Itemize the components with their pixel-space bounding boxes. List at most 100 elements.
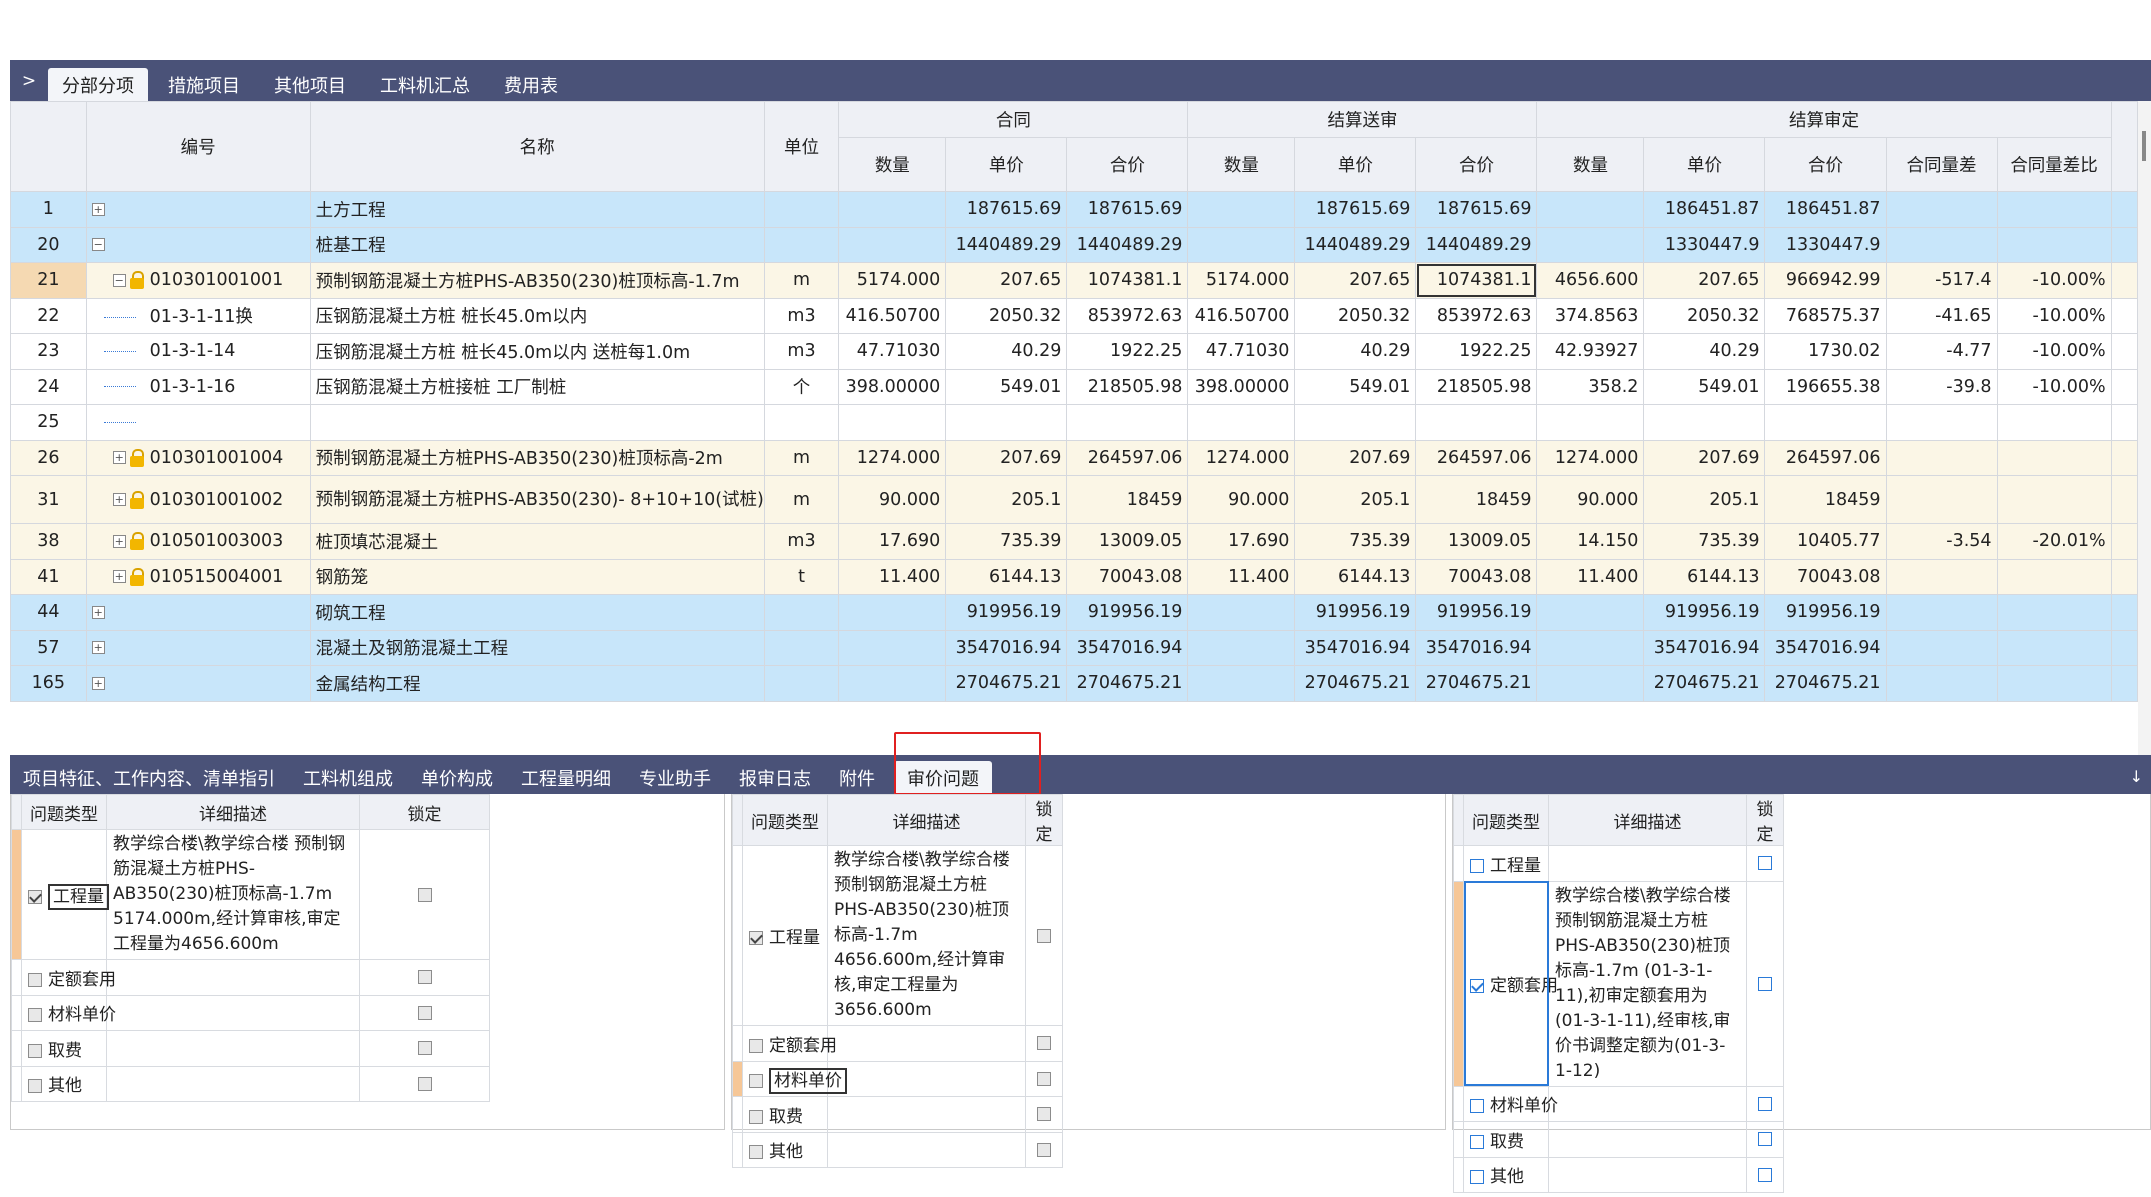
qty-diff-cell[interactable] bbox=[1885, 594, 1998, 631]
issue-desc-cell[interactable] bbox=[827, 1060, 1026, 1097]
submit-price-cell[interactable]: 735.39 bbox=[1294, 523, 1417, 560]
approve-price-cell[interactable]: 40.29 bbox=[1643, 333, 1766, 370]
submit-total-cell[interactable]: 1074381.1 bbox=[1415, 262, 1538, 299]
header-issue-desc[interactable]: 详细描述 bbox=[827, 794, 1026, 846]
contract-price-cell[interactable]: 549.01 bbox=[945, 368, 1068, 405]
unit-cell[interactable] bbox=[763, 665, 840, 702]
expand-icon[interactable]: + bbox=[112, 534, 126, 548]
header-approve-qty[interactable]: 数量 bbox=[1536, 137, 1645, 192]
qty-diff-ratio-cell[interactable] bbox=[1996, 226, 2112, 263]
submit-total-cell[interactable]: 2704675.21 bbox=[1415, 665, 1538, 702]
checkbox[interactable] bbox=[1470, 1170, 1484, 1185]
name-cell[interactable] bbox=[309, 404, 765, 441]
submit-price-cell[interactable]: 207.69 bbox=[1294, 439, 1417, 476]
submit-qty-cell[interactable]: 90.000 bbox=[1187, 475, 1296, 524]
checkbox[interactable] bbox=[1470, 858, 1484, 873]
qty-diff-cell[interactable] bbox=[1885, 665, 1998, 702]
issue-type-cell[interactable]: 其他 bbox=[21, 1065, 107, 1102]
lock-checkbox[interactable] bbox=[417, 1005, 432, 1020]
approve-qty-cell[interactable] bbox=[1536, 226, 1645, 263]
approve-total-cell[interactable]: 2704675.21 bbox=[1764, 665, 1887, 702]
approve-qty-cell[interactable]: 90.000 bbox=[1536, 475, 1645, 524]
code-cell[interactable]: +010515004001 bbox=[85, 558, 311, 595]
tab-gongchengliangmingxi[interactable]: 工程量明细 bbox=[508, 761, 624, 794]
issue-lock-cell[interactable] bbox=[359, 959, 490, 996]
submit-price-cell[interactable]: 3547016.94 bbox=[1294, 629, 1417, 666]
header-qty-diff-ratio[interactable]: 合同量差比 bbox=[1996, 137, 2112, 192]
row-number[interactable]: 21 bbox=[10, 262, 87, 299]
name-cell[interactable]: 预制钢筋混凝土方桩PHS-AB350(230)桩顶标高-1.7m bbox=[309, 262, 765, 299]
issue-type-cell[interactable]: 工程量 bbox=[21, 829, 109, 960]
row-number[interactable]: 25 bbox=[10, 404, 87, 441]
unit-cell[interactable] bbox=[763, 226, 840, 263]
submit-price-cell[interactable] bbox=[1294, 404, 1417, 441]
approve-total-cell[interactable]: 1730.02 bbox=[1764, 333, 1887, 370]
approve-total-cell[interactable]: 768575.37 bbox=[1764, 297, 1887, 334]
code-cell[interactable]: 01-3-1-16 bbox=[85, 368, 311, 405]
approve-price-cell[interactable]: 735.39 bbox=[1643, 523, 1766, 560]
contract-total-cell[interactable] bbox=[1066, 404, 1189, 441]
submit-total-cell[interactable]: 1440489.29 bbox=[1415, 226, 1538, 263]
approve-price-cell[interactable]: 186451.87 bbox=[1643, 191, 1766, 228]
table-row[interactable]: 165 + 金属结构工程 2704675.21 2704675.21 2704675.21… bbox=[10, 665, 2138, 702]
expand-icon[interactable]: + bbox=[112, 570, 126, 584]
submit-total-cell[interactable]: 264597.06 bbox=[1415, 439, 1538, 476]
submit-qty-cell[interactable]: 1274.000 bbox=[1187, 439, 1296, 476]
contract-total-cell[interactable]: 1922.25 bbox=[1066, 333, 1189, 370]
table-row[interactable]: 20− 桩基工程 1440489.29 1440489.29 1440489.29 144… bbox=[10, 226, 2138, 263]
header-issue-type[interactable]: 问题类型 bbox=[742, 794, 828, 846]
unit-cell[interactable]: m3 bbox=[763, 523, 840, 560]
lock-checkbox[interactable] bbox=[417, 1041, 432, 1056]
header-qty-diff[interactable]: 合同量差 bbox=[1885, 137, 1998, 192]
row-number[interactable]: 23 bbox=[10, 333, 87, 370]
header-issue-type[interactable]: 问题类型 bbox=[21, 794, 107, 830]
approve-total-cell[interactable]: 966942.99 bbox=[1764, 262, 1887, 299]
contract-total-cell[interactable]: 187615.69 bbox=[1066, 191, 1189, 228]
approve-price-cell[interactable]: 1330447.9 bbox=[1643, 226, 1766, 263]
approve-total-cell[interactable]: 3547016.94 bbox=[1764, 629, 1887, 666]
row-number[interactable]: 22 bbox=[10, 297, 87, 334]
header-approve-total[interactable]: 合价 bbox=[1764, 137, 1887, 192]
contract-total-cell[interactable]: 70043.08 bbox=[1066, 558, 1189, 595]
issue-desc-cell[interactable] bbox=[827, 1025, 1026, 1062]
submit-total-cell[interactable]: 3547016.94 bbox=[1415, 629, 1538, 666]
unit-cell[interactable]: m bbox=[763, 262, 840, 299]
issue-type-cell[interactable]: 定额套用 bbox=[742, 1025, 837, 1062]
unit-cell[interactable] bbox=[763, 594, 840, 631]
qty-diff-ratio-cell[interactable]: -10.00% bbox=[1996, 262, 2112, 299]
approve-price-cell[interactable]: 549.01 bbox=[1643, 368, 1766, 405]
approve-total-cell[interactable] bbox=[1764, 404, 1887, 441]
contract-qty-cell[interactable]: 398.00000 bbox=[838, 368, 947, 405]
issue-row[interactable]: 其他 bbox=[11, 1065, 490, 1102]
issue-desc-cell[interactable] bbox=[827, 1131, 1026, 1168]
contract-price-cell[interactable]: 919956.19 bbox=[945, 594, 1068, 631]
issue-desc-cell[interactable] bbox=[1548, 1085, 1747, 1122]
lock-checkbox[interactable] bbox=[1758, 1167, 1772, 1182]
approve-price-cell[interactable]: 205.1 bbox=[1643, 475, 1766, 524]
contract-qty-cell[interactable] bbox=[838, 594, 947, 631]
issue-desc-cell[interactable] bbox=[106, 1030, 360, 1067]
qty-diff-cell[interactable]: -4.77 bbox=[1885, 333, 1998, 370]
issue-row[interactable]: 取费 bbox=[1453, 1121, 1784, 1158]
name-cell[interactable]: 预制钢筋混凝土方桩PHS-AB350(230)- 8+10+10(试桩) bbox=[309, 475, 765, 524]
contract-price-cell[interactable]: 2704675.21 bbox=[945, 665, 1068, 702]
contract-price-cell[interactable]: 207.65 bbox=[945, 262, 1068, 299]
approve-qty-cell[interactable] bbox=[1536, 629, 1645, 666]
issue-row[interactable]: 定额套用 bbox=[732, 1025, 1063, 1062]
table-row[interactable]: 38 +010501003003 桩顶填芯混凝土 m3 17.690 735.39 1300… bbox=[10, 523, 2138, 560]
code-cell[interactable] bbox=[85, 404, 311, 441]
approve-price-cell[interactable]: 207.69 bbox=[1643, 439, 1766, 476]
checkbox[interactable] bbox=[28, 1079, 42, 1094]
issue-lock-cell[interactable] bbox=[1746, 880, 1784, 1087]
lock-checkbox[interactable] bbox=[1758, 976, 1772, 991]
approve-total-cell[interactable]: 70043.08 bbox=[1764, 558, 1887, 595]
submit-price-cell[interactable]: 1440489.29 bbox=[1294, 226, 1417, 263]
name-cell[interactable]: 土方工程 bbox=[309, 191, 765, 228]
issue-desc-cell[interactable] bbox=[106, 1065, 360, 1102]
contract-qty-cell[interactable] bbox=[838, 404, 947, 441]
submit-price-cell[interactable]: 187615.69 bbox=[1294, 191, 1417, 228]
row-number[interactable]: 44 bbox=[10, 594, 87, 631]
qty-diff-cell[interactable]: -517.4 bbox=[1885, 262, 1998, 299]
code-cell[interactable]: +010301001004 bbox=[85, 439, 311, 476]
row-number[interactable]: 38 bbox=[10, 523, 87, 560]
